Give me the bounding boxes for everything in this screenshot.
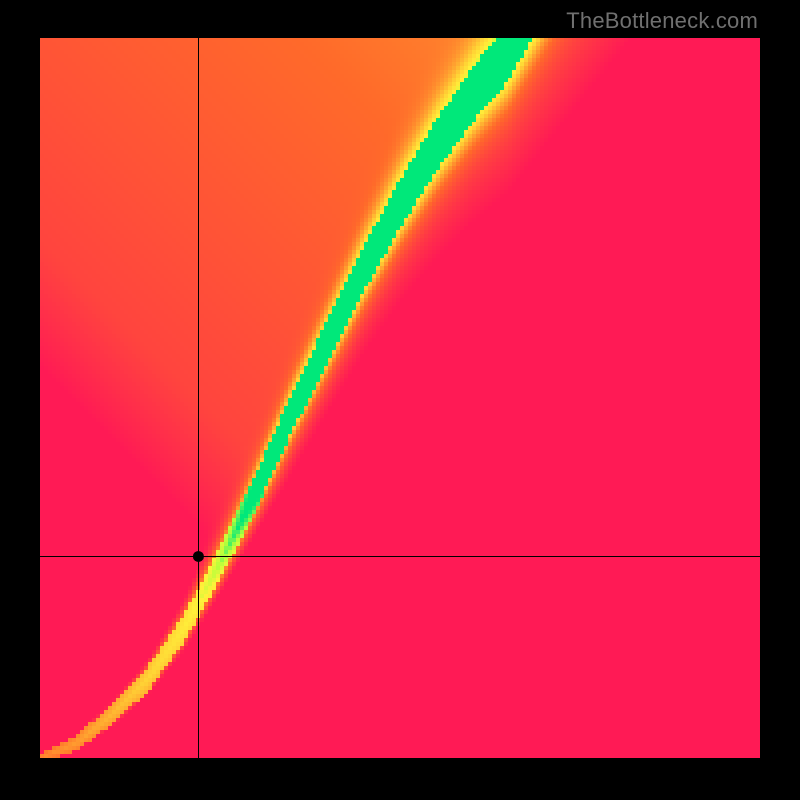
- watermark-text: TheBottleneck.com: [566, 8, 758, 34]
- heatmap-canvas: [40, 38, 760, 758]
- chart-stage: TheBottleneck.com: [0, 0, 800, 800]
- heatmap-plot: [40, 38, 760, 758]
